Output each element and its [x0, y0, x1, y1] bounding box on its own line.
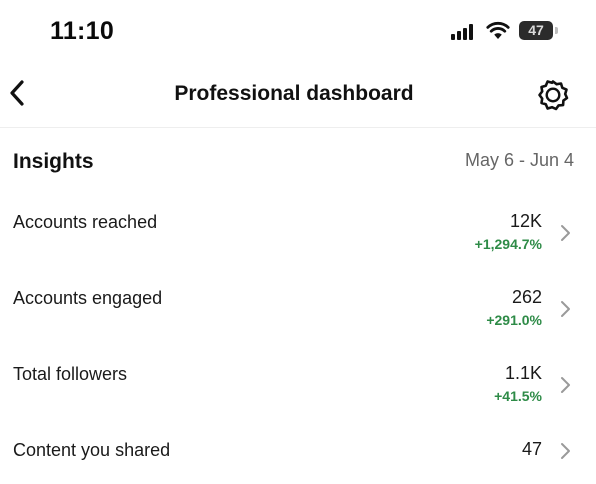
row-label: Accounts reached	[13, 212, 158, 232]
row-label: Total followers	[13, 364, 128, 384]
gear-icon[interactable]	[536, 78, 570, 112]
battery-nub	[555, 27, 558, 34]
date-range[interactable]: May 6 - Jun 4	[465, 150, 574, 171]
insights-header: Insights May 6 - Jun 4	[0, 128, 596, 192]
wifi-icon	[486, 21, 510, 39]
insight-row-accounts-engaged[interactable]: Accounts engaged 262 +291.0%	[0, 274, 596, 348]
battery-icon: 47	[519, 21, 553, 40]
chevron-right-icon	[561, 377, 570, 393]
insight-row-content-shared[interactable]: Content you shared 47	[0, 426, 596, 478]
chevron-right-icon	[561, 443, 570, 459]
status-time: 11:10	[50, 17, 115, 45]
row-value: 1.1K	[504, 363, 542, 383]
nav-header: Professional dashboard	[0, 62, 596, 128]
row-change: +291.0%	[486, 312, 542, 328]
status-bar: 11:10 47	[0, 0, 596, 62]
chevron-right-icon	[561, 225, 570, 241]
phone-screen: 11:10 47 Professional dashboard Insights…	[0, 0, 596, 484]
row-change: +1,294.7%	[474, 236, 542, 252]
insight-row-accounts-reached[interactable]: Accounts reached 12K +1,294.7%	[0, 198, 596, 272]
page-title: Professional dashboard	[174, 82, 414, 105]
insights-title: Insights	[13, 150, 94, 173]
insight-row-total-followers[interactable]: Total followers 1.1K +41.5%	[0, 350, 596, 424]
cellular-signal-icon	[451, 24, 477, 40]
row-label: Content you shared	[13, 440, 171, 460]
row-change: +41.5%	[494, 388, 542, 404]
row-value: 12K	[509, 211, 542, 231]
row-label: Accounts engaged	[13, 288, 163, 308]
row-value: 262	[511, 287, 542, 307]
row-value: 47	[521, 439, 542, 459]
chevron-right-icon	[561, 301, 570, 317]
